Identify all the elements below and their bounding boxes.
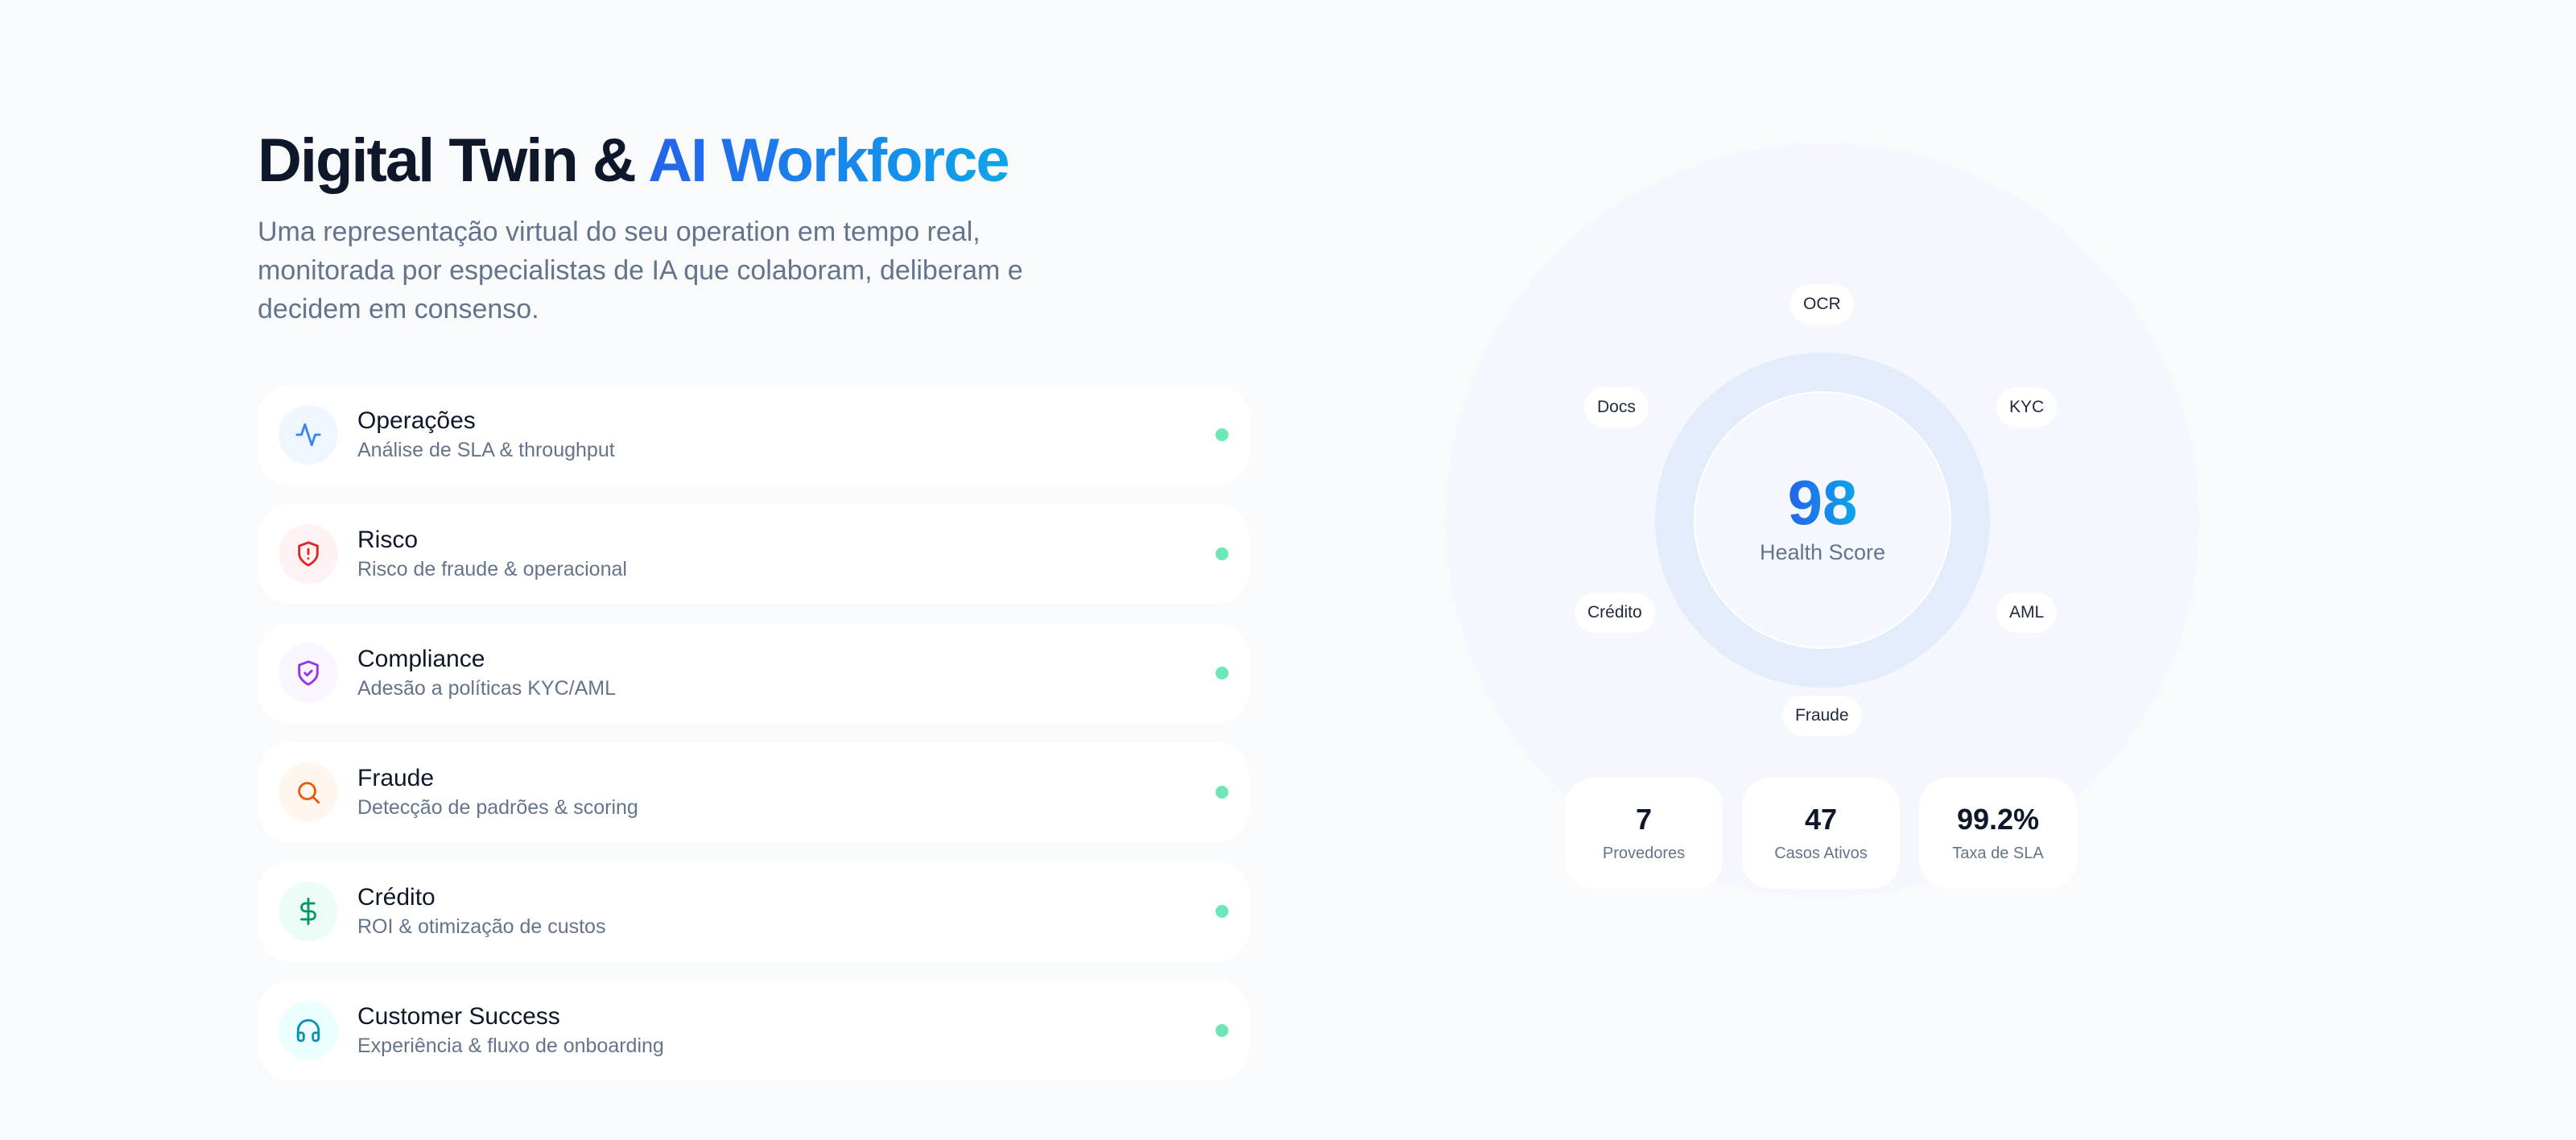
- node-aml[interactable]: AML: [1996, 593, 2058, 633]
- agent-icon-badge: [279, 643, 338, 703]
- agent-subtitle: Risco de fraude & operacional: [357, 558, 627, 580]
- status-indicator: [1216, 428, 1228, 441]
- health-score-value: 98: [1787, 467, 1858, 538]
- stat-label: Casos Ativos: [1774, 845, 1868, 862]
- stat-value: 7: [1635, 803, 1653, 836]
- agent-title: Risco: [357, 527, 419, 553]
- agent-list: Operações Análise de SLA & throughput Ri…: [258, 385, 1249, 1080]
- status-indicator: [1216, 667, 1228, 679]
- node-fraude[interactable]: Fraude: [1782, 696, 1862, 736]
- stat-value: 99.2%: [1956, 803, 2040, 836]
- agent-icon-badge: [279, 405, 338, 465]
- agent-subtitle: Detecção de padrões & scoring: [357, 796, 638, 819]
- agent-card-risco[interactable]: Risco Risco de fraude & operacional: [258, 504, 1249, 604]
- status-indicator: [1216, 1024, 1228, 1037]
- stat-card-taxa-sla: 99.2% Taxa de SLA: [1919, 778, 2077, 889]
- page-title: Digital Twin & AI Workforce: [258, 121, 1249, 201]
- status-indicator: [1216, 786, 1228, 799]
- headphones-icon: [296, 1018, 320, 1043]
- page-subtitle: Uma representação virtual do seu operati…: [258, 217, 1023, 324]
- agent-card-credito[interactable]: Crédito ROI & otimização de custos: [258, 861, 1249, 961]
- activity-icon: [295, 423, 321, 447]
- health-score-core: 98 Health Score: [1694, 391, 1951, 649]
- agent-card-fraude[interactable]: Fraude Detecção de padrões & scoring: [258, 742, 1249, 842]
- agent-icon-badge: [279, 762, 338, 822]
- agent-icon-badge: [279, 882, 338, 941]
- hero-section: Digital Twin & AI Workforce Uma represen…: [258, 121, 1249, 1080]
- agent-title: Operações: [357, 407, 476, 434]
- agent-card-customer-success[interactable]: Customer Success Experiência & fluxo de …: [258, 981, 1249, 1080]
- agent-title: Customer Success: [357, 1003, 560, 1030]
- agent-subtitle: Adesão a políticas KYC/AML: [357, 677, 616, 700]
- node-ocr[interactable]: OCR: [1790, 284, 1854, 324]
- agent-subtitle: Experiência & fluxo de onboarding: [357, 1035, 664, 1057]
- shield-check-icon: [298, 660, 319, 686]
- stat-label: Provedores: [1602, 845, 1686, 862]
- agent-title: Compliance: [357, 646, 485, 672]
- agent-card-compliance[interactable]: Compliance Adesão a políticas KYC/AML: [258, 623, 1249, 723]
- agent-title: Fraude: [357, 765, 435, 791]
- search-icon: [298, 782, 320, 804]
- stat-label: Taxa de SLA: [1952, 845, 2044, 862]
- agent-subtitle: Análise de SLA & throughput: [357, 439, 615, 461]
- stat-value: 47: [1804, 803, 1838, 836]
- status-indicator: [1216, 547, 1228, 560]
- stat-card-casos-ativos: 47 Casos Ativos: [1742, 778, 1900, 889]
- health-score-label: Health Score: [1759, 540, 1886, 564]
- agent-title: Crédito: [357, 884, 436, 911]
- stats-row: 7 Provedores 47 Casos Ativos 99.2% Taxa …: [1565, 778, 2077, 889]
- agent-icon-badge: [279, 1001, 338, 1060]
- status-indicator: [1216, 905, 1228, 918]
- node-docs[interactable]: Docs: [1584, 387, 1649, 428]
- shield-alert-icon: [298, 541, 319, 567]
- agent-subtitle: ROI & otimização de custos: [357, 915, 606, 938]
- title-main: Digital Twin &: [258, 126, 649, 195]
- node-kyc[interactable]: KYC: [1996, 387, 2058, 428]
- dollar-icon: [300, 898, 316, 925]
- stat-card-provedores: 7 Provedores: [1565, 778, 1723, 889]
- node-credito[interactable]: Crédito: [1575, 593, 1655, 633]
- agent-icon-badge: [279, 524, 338, 584]
- title-accent: AI Workforce: [648, 126, 1010, 195]
- agent-card-operacoes[interactable]: Operações Análise de SLA & throughput: [258, 385, 1249, 485]
